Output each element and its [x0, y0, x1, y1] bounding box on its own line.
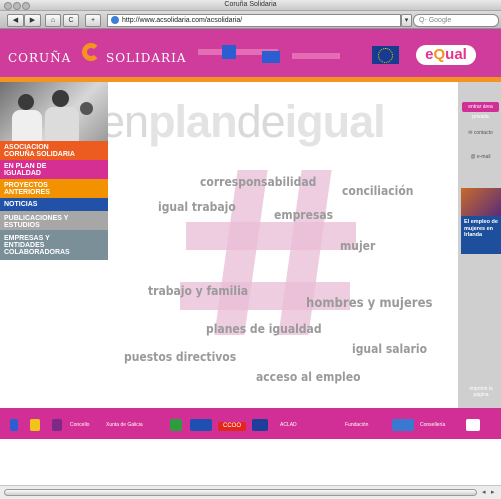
nav-plan-line2: IGUALDAD: [4, 170, 41, 177]
right-column: entrar área privada ✉ contacto @ e-mail …: [458, 82, 501, 408]
headline-part-plan: plan: [148, 96, 238, 147]
globe-icon: [111, 16, 119, 24]
nav-publicaciones-line1: PUBLICACIONES Y: [4, 215, 69, 222]
nav-empresas-line1: EMPRESAS Y: [4, 235, 50, 242]
sponsor-white-logo[interactable]: [466, 419, 480, 431]
eu-flag-icon: [372, 46, 399, 64]
news-card-text: El empleo de mujeres en Irlanda: [464, 219, 498, 238]
decorative-blue-block: [262, 51, 280, 63]
private-area-button[interactable]: entrar área privada: [462, 102, 499, 120]
add-bookmark-button[interactable]: +: [85, 14, 101, 27]
sponsor-bar: Concello Xunta de Galicia CCOO ACLAD Fun…: [0, 408, 501, 439]
sponsor-crest-icon[interactable]: [30, 419, 40, 431]
window-titlebar: Coruña Solidaria: [0, 0, 501, 11]
nav-plan-line1: EN PLAN DE: [4, 163, 47, 170]
decorative-stripe: [292, 53, 340, 59]
search-placeholder: Q- Google: [419, 17, 452, 24]
keyword-igual-salario: igual salario: [352, 342, 427, 356]
solidaria-logo-mark-icon: [82, 43, 100, 61]
site-header: CORUÑA SOLIDARIA eQual: [0, 29, 501, 77]
url-dropdown-icon[interactable]: ▾: [401, 14, 412, 27]
header-photo: [0, 82, 108, 141]
nav-empresas-line2: ENTIDADES: [4, 242, 45, 249]
keyword-acceso-al-empleo: acceso al empleo: [256, 370, 361, 384]
main-content: enplandeigual corresponsabilidad concili…: [108, 82, 458, 408]
sponsor-badge-icon[interactable]: [52, 419, 62, 431]
nav-noticias-label: NOTICIAS: [4, 201, 38, 208]
brand-solidaria: SOLIDARIA: [106, 51, 187, 65]
scroll-right-arrow-icon[interactable]: ▸: [491, 488, 495, 496]
headline-part-igual: igual: [284, 96, 386, 147]
address-bar-url[interactable]: http://www.acsolidaria.com/acsolidaria/: [122, 17, 242, 24]
search-field[interactable]: Q- Google: [413, 14, 499, 27]
window-title: Coruña Solidaria: [224, 1, 277, 8]
sponsor-blue-logo[interactable]: [190, 419, 212, 431]
address-bar[interactable]: http://www.acsolidaria.com/acsolidaria/: [107, 14, 401, 27]
keyword-planes-de-igualdad: planes de igualdad: [206, 322, 322, 336]
at-sign-icon: @: [470, 154, 476, 160]
sponsor-ccoo-logo[interactable]: CCOO: [218, 422, 246, 431]
sponsor-text-aclad[interactable]: ACLAD: [280, 422, 297, 428]
scroll-left-arrow-icon[interactable]: ◂: [482, 488, 486, 496]
sponsor-leaf-icon[interactable]: [170, 419, 182, 431]
nav-empresas-colaboradoras[interactable]: EMPRESAS Y ENTIDADES COLABORADORAS: [0, 230, 108, 260]
forward-button[interactable]: ▶: [24, 14, 41, 27]
news-card[interactable]: El empleo de mujeres en Irlanda: [461, 188, 501, 254]
keyword-hombres-y-mujeres: hombres y mujeres: [306, 296, 433, 311]
email-button[interactable]: @ e-mail: [462, 154, 499, 160]
keyword-conciliacion: conciliación: [342, 184, 414, 198]
nav-publicaciones[interactable]: PUBLICACIONES Y ESTUDIOS: [0, 211, 108, 230]
headline-en-plan-de-igual: enplandeigual: [108, 96, 386, 148]
nav-proyectos-anteriores[interactable]: PROYECTOS ANTERIORES: [0, 179, 108, 198]
equal-logo-q: Q: [433, 46, 446, 63]
nav-publicaciones-line2: ESTUDIOS: [4, 222, 40, 229]
nav-noticias[interactable]: NOTICIAS: [0, 198, 108, 211]
contact-label: contacto: [473, 130, 493, 136]
equal-logo-rest: ual: [445, 46, 467, 63]
scrollbar-thumb[interactable]: [4, 489, 477, 496]
horizontal-scrollbar[interactable]: ◂ ▸: [0, 485, 501, 499]
keyword-igual-trabajo: igual trabajo: [158, 200, 236, 214]
brand-coruna: CORUÑA: [8, 51, 72, 65]
keyword-mujer: mujer: [340, 239, 376, 253]
sponsor-navy-logo[interactable]: [252, 419, 268, 431]
browser-toolbar: ◀ ▶ ⌂ C + http://www.acsolidaria.com/acs…: [0, 11, 501, 29]
print-page-link[interactable]: Imprimir la página: [466, 386, 496, 398]
email-label: e-mail: [476, 154, 491, 160]
contact-button[interactable]: ✉ contacto: [462, 130, 499, 136]
nav-asociacion-line1: ASOCIACION: [4, 144, 49, 151]
headline-part-de: de: [236, 96, 286, 147]
sponsor-text-1[interactable]: Concello: [70, 422, 89, 428]
home-button[interactable]: ⌂: [45, 14, 61, 27]
nav-asociacion[interactable]: ASOCIACION CORUÑA SOLIDARIA: [0, 141, 108, 160]
sponsor-shield-icon[interactable]: [10, 419, 18, 431]
keyword-corresponsabilidad: corresponsabilidad: [200, 175, 317, 189]
reload-button[interactable]: C: [63, 14, 79, 27]
sponsor-text-fundacion[interactable]: Fundación: [345, 422, 368, 428]
headline-part-en: en: [108, 96, 149, 147]
sponsor-text-conselleria[interactable]: Consellería: [420, 422, 445, 428]
contact-icon: ✉: [468, 130, 473, 136]
sponsor-wave-logo[interactable]: [392, 419, 414, 431]
private-area-label: entrar área privada: [462, 102, 499, 120]
nav-en-plan-de-igualdad[interactable]: EN PLAN DE IGUALDAD: [0, 160, 108, 179]
nav-proyectos-line2: ANTERIORES: [4, 189, 50, 196]
keyword-puestos-directivos: puestos directivos: [124, 350, 237, 364]
nav-proyectos-line1: PROYECTOS: [4, 182, 48, 189]
news-card-image: [461, 188, 501, 216]
left-column-fill: [0, 260, 108, 408]
keyword-trabajo-y-familia: trabajo y familia: [148, 284, 249, 298]
sponsor-text-2[interactable]: Xunta de Galicia: [106, 422, 143, 428]
keyword-empresas: empresas: [274, 208, 334, 222]
decorative-blue-block: [222, 45, 236, 59]
nav-asociacion-line2: CORUÑA SOLIDARIA: [4, 151, 75, 158]
nav-empresas-line3: COLABORADORAS: [4, 249, 70, 256]
equal-logo: eQual: [416, 45, 476, 65]
back-button[interactable]: ◀: [7, 14, 24, 27]
